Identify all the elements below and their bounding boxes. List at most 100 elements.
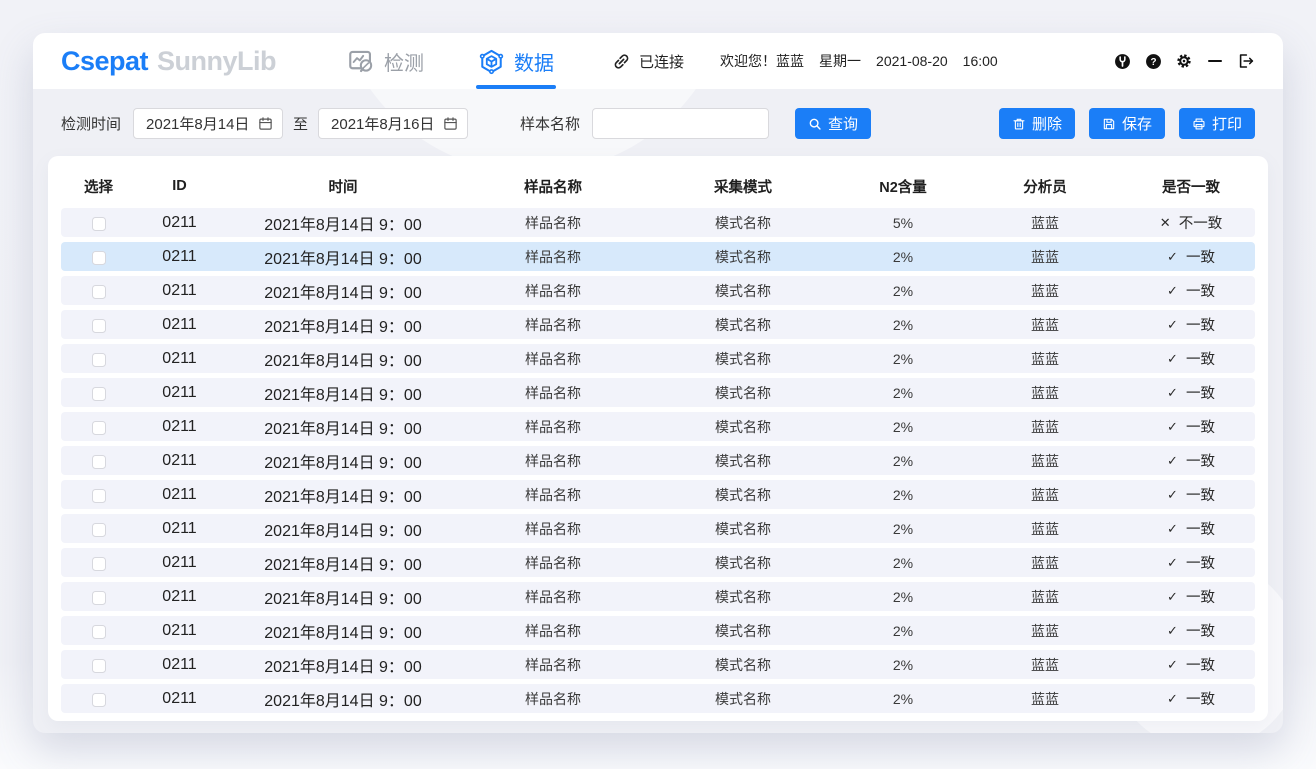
tab-detection[interactable]: 检测 <box>348 33 424 89</box>
cell-time: 2021年8月14日 9：00 <box>223 653 463 677</box>
match-icon: ✓ <box>1167 249 1178 265</box>
cell-sample: 样品名称 <box>463 621 643 641</box>
tab-data[interactable]: 数据 <box>478 33 554 89</box>
main-nav: 检测 数据 <box>348 33 554 89</box>
cell-match: ✓ 一致 <box>1127 416 1255 437</box>
connection-status: 已连接 <box>612 51 684 72</box>
cell-time: 2021年8月14日 9：00 <box>223 585 463 609</box>
action-buttons: 删除 保存 <box>999 108 1255 139</box>
date-range-label: 检测时间 <box>61 113 121 134</box>
cell-match-label: 一致 <box>1186 450 1215 471</box>
table-row[interactable]: 0211 2021年8月14日 9：00 样品名称 模式名称 2% 蓝蓝 ✓ 一… <box>61 276 1255 305</box>
cell-match: ✓ 一致 <box>1127 280 1255 301</box>
row-checkbox[interactable] <box>92 625 106 639</box>
table-row[interactable]: 0211 2021年8月14日 9：00 样品名称 模式名称 2% 蓝蓝 ✓ 一… <box>61 412 1255 441</box>
cell-match-label: 一致 <box>1186 620 1215 641</box>
table-row[interactable]: 0211 2021年8月14日 9：00 样品名称 模式名称 2% 蓝蓝 ✓ 一… <box>61 480 1255 509</box>
row-checkbox[interactable] <box>92 523 106 537</box>
cell-match: ✓ 一致 <box>1127 348 1255 369</box>
cell-select <box>61 282 136 298</box>
date-to-value: 2021年8月16日 <box>331 113 434 134</box>
table-row[interactable]: 0211 2021年8月14日 9：00 样品名称 模式名称 2% 蓝蓝 ✓ 一… <box>61 684 1255 713</box>
row-checkbox[interactable] <box>92 693 106 707</box>
cell-id: 0211 <box>136 248 223 266</box>
cell-sample: 样品名称 <box>463 281 643 301</box>
cell-n2: 2% <box>843 623 963 639</box>
table-row[interactable]: 0211 2021年8月14日 9：00 样品名称 模式名称 2% 蓝蓝 ✓ 一… <box>61 514 1255 543</box>
date-to-input[interactable]: 2021年8月16日 <box>318 108 468 139</box>
cell-time: 2021年8月14日 9：00 <box>223 415 463 439</box>
cell-n2: 2% <box>843 419 963 435</box>
col-id: ID <box>136 178 223 194</box>
sample-name-label: 样本名称 <box>520 113 580 134</box>
cell-sample: 样品名称 <box>463 349 643 369</box>
table-row[interactable]: 0211 2021年8月14日 9：00 样品名称 模式名称 2% 蓝蓝 ✓ 一… <box>61 616 1255 645</box>
help-icon[interactable]: ? <box>1144 52 1162 70</box>
row-checkbox[interactable] <box>92 659 106 673</box>
cell-mode: 模式名称 <box>643 621 843 641</box>
row-checkbox[interactable] <box>92 591 106 605</box>
match-icon: ✓ <box>1167 317 1178 333</box>
cell-id: 0211 <box>136 588 223 606</box>
table-row[interactable]: 0211 2021年8月14日 9：00 样品名称 模式名称 5% 蓝蓝 ✕ 不… <box>61 208 1255 237</box>
data-table-card: 选择 ID 时间 样品名称 采集模式 N2含量 分析员 是否一致 0211 20… <box>48 156 1268 721</box>
cell-n2: 2% <box>843 657 963 673</box>
print-button[interactable]: 打印 <box>1179 108 1255 139</box>
cell-mode: 模式名称 <box>643 349 843 369</box>
logout-icon[interactable] <box>1237 52 1255 70</box>
cell-select <box>61 316 136 332</box>
cell-select <box>61 520 136 536</box>
row-checkbox[interactable] <box>92 217 106 231</box>
table-row[interactable]: 0211 2021年8月14日 9：00 样品名称 模式名称 2% 蓝蓝 ✓ 一… <box>61 378 1255 407</box>
table-row[interactable]: 0211 2021年8月14日 9：00 样品名称 模式名称 2% 蓝蓝 ✓ 一… <box>61 344 1255 373</box>
cell-match: ✓ 一致 <box>1127 450 1255 471</box>
cell-id: 0211 <box>136 656 223 674</box>
cell-sample: 样品名称 <box>463 553 643 573</box>
table-row[interactable]: 0211 2021年8月14日 9：00 样品名称 模式名称 2% 蓝蓝 ✓ 一… <box>61 446 1255 475</box>
minimize-icon[interactable] <box>1206 52 1224 70</box>
cell-n2: 2% <box>843 555 963 571</box>
query-button[interactable]: 查询 <box>795 108 871 139</box>
cell-match-label: 一致 <box>1186 416 1215 437</box>
match-icon: ✕ <box>1160 215 1171 231</box>
row-checkbox[interactable] <box>92 455 106 469</box>
welcome-text: 欢迎您！蓝蓝 <box>720 51 804 71</box>
cell-match-label: 不一致 <box>1179 212 1223 233</box>
table-row[interactable]: 0211 2021年8月14日 9：00 样品名称 模式名称 2% 蓝蓝 ✓ 一… <box>61 242 1255 271</box>
date-from-input[interactable]: 2021年8月14日 <box>133 108 283 139</box>
row-checkbox[interactable] <box>92 557 106 571</box>
cell-select <box>61 656 136 672</box>
table-body: 0211 2021年8月14日 9：00 样品名称 模式名称 5% 蓝蓝 ✕ 不… <box>61 208 1255 713</box>
table-row[interactable]: 0211 2021年8月14日 9：00 样品名称 模式名称 2% 蓝蓝 ✓ 一… <box>61 650 1255 679</box>
row-checkbox[interactable] <box>92 421 106 435</box>
cell-match-label: 一致 <box>1186 280 1215 301</box>
row-checkbox[interactable] <box>92 319 106 333</box>
cell-select <box>61 214 136 230</box>
print-button-label: 打印 <box>1212 113 1242 134</box>
row-checkbox[interactable] <box>92 251 106 265</box>
app-header: Csepat SunnyLib 检测 <box>33 33 1283 89</box>
match-icon: ✓ <box>1167 589 1178 605</box>
save-button[interactable]: 保存 <box>1089 108 1165 139</box>
cell-select <box>61 690 136 706</box>
row-checkbox[interactable] <box>92 285 106 299</box>
row-checkbox[interactable] <box>92 353 106 367</box>
save-button-label: 保存 <box>1122 113 1152 134</box>
trash-icon <box>1012 117 1026 131</box>
settings-gear-icon[interactable] <box>1175 52 1193 70</box>
tools-wrench-icon[interactable] <box>1113 52 1131 70</box>
match-icon: ✓ <box>1167 419 1178 435</box>
table-row[interactable]: 0211 2021年8月14日 9：00 样品名称 模式名称 2% 蓝蓝 ✓ 一… <box>61 582 1255 611</box>
table-row[interactable]: 0211 2021年8月14日 9：00 样品名称 模式名称 2% 蓝蓝 ✓ 一… <box>61 310 1255 339</box>
row-checkbox[interactable] <box>92 489 106 503</box>
sample-name-input[interactable] <box>592 108 769 139</box>
table-row[interactable]: 0211 2021年8月14日 9：00 样品名称 模式名称 2% 蓝蓝 ✓ 一… <box>61 548 1255 577</box>
cell-match-label: 一致 <box>1186 382 1215 403</box>
tab-data-label: 数据 <box>514 47 554 76</box>
delete-button[interactable]: 删除 <box>999 108 1075 139</box>
app-logo: Csepat SunnyLib <box>61 46 276 77</box>
cell-match-label: 一致 <box>1186 552 1215 573</box>
row-checkbox[interactable] <box>92 387 106 401</box>
cell-select <box>61 384 136 400</box>
cell-match-label: 一致 <box>1186 518 1215 539</box>
